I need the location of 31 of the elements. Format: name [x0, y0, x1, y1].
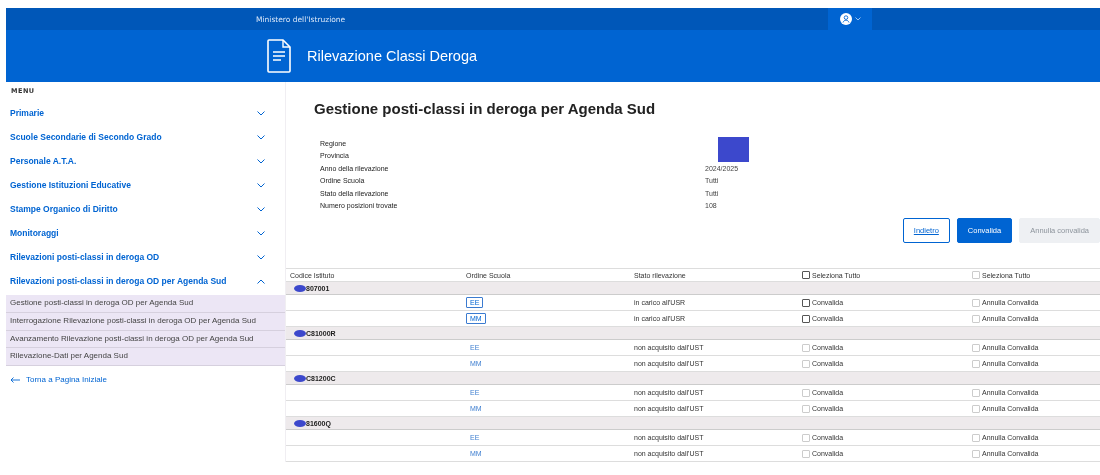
arrow-left-icon: [10, 376, 20, 383]
back-link[interactable]: Torna a Pagina Iniziale: [10, 375, 285, 385]
app-title: Rilevazione Classi Deroga: [307, 48, 478, 64]
submenu-item[interactable]: Avanzamento Rilevazione posti-classi in deroga OD per Agenda Sud: [6, 330, 285, 349]
chevron-up-icon: [257, 278, 265, 284]
sidebar-item[interactable]: Scuole Secondarie di Secondo Grado: [6, 125, 285, 149]
user-avatar-icon: [839, 13, 852, 25]
checkbox[interactable]: [802, 271, 810, 279]
submenu-item[interactable]: Rilevazione-Dati per Agenda Sud: [6, 348, 285, 367]
sidebar-item[interactable]: Primarie: [6, 101, 285, 125]
sidebar-item[interactable]: Stampe Organico di Diritto: [6, 197, 285, 221]
sidebar-item[interactable]: Personale A.T.A.: [6, 149, 285, 173]
chevron-down-icon: [257, 158, 265, 164]
sidebar-item[interactable]: Rilevazioni posti-classi in deroga OD per Agenda Sud: [6, 269, 285, 293]
sidebar-item[interactable]: Gestione Istituzioni Educative: [6, 173, 285, 197]
chevron-down-icon: [257, 230, 265, 236]
chevron-down-icon: [257, 134, 265, 140]
chevron-down-icon: [257, 182, 265, 188]
chevron-down-icon: [854, 17, 861, 21]
checkbox[interactable]: [802, 314, 810, 323]
page-title: Gestione posti-classi in deroga per Agenda Sud: [314, 100, 657, 117]
document-icon: [267, 39, 291, 73]
submenu-item[interactable]: Interrogazione Rilevazione posti-classi in deroga OD per Agenda Sud: [6, 312, 285, 331]
checkbox[interactable]: [802, 298, 810, 307]
submenu-item[interactable]: Gestione posti-classi in deroga OD per Agenda Sud: [6, 295, 285, 313]
user-menu[interactable]: [828, 8, 872, 30]
chevron-down-icon: [257, 254, 265, 260]
chevron-down-icon: [257, 110, 265, 116]
sidebar-item[interactable]: Monitoraggi: [6, 221, 285, 245]
sidebar-item[interactable]: Rilevazioni posti-classi in deroga OD: [6, 245, 285, 269]
chevron-down-icon: [257, 206, 265, 212]
